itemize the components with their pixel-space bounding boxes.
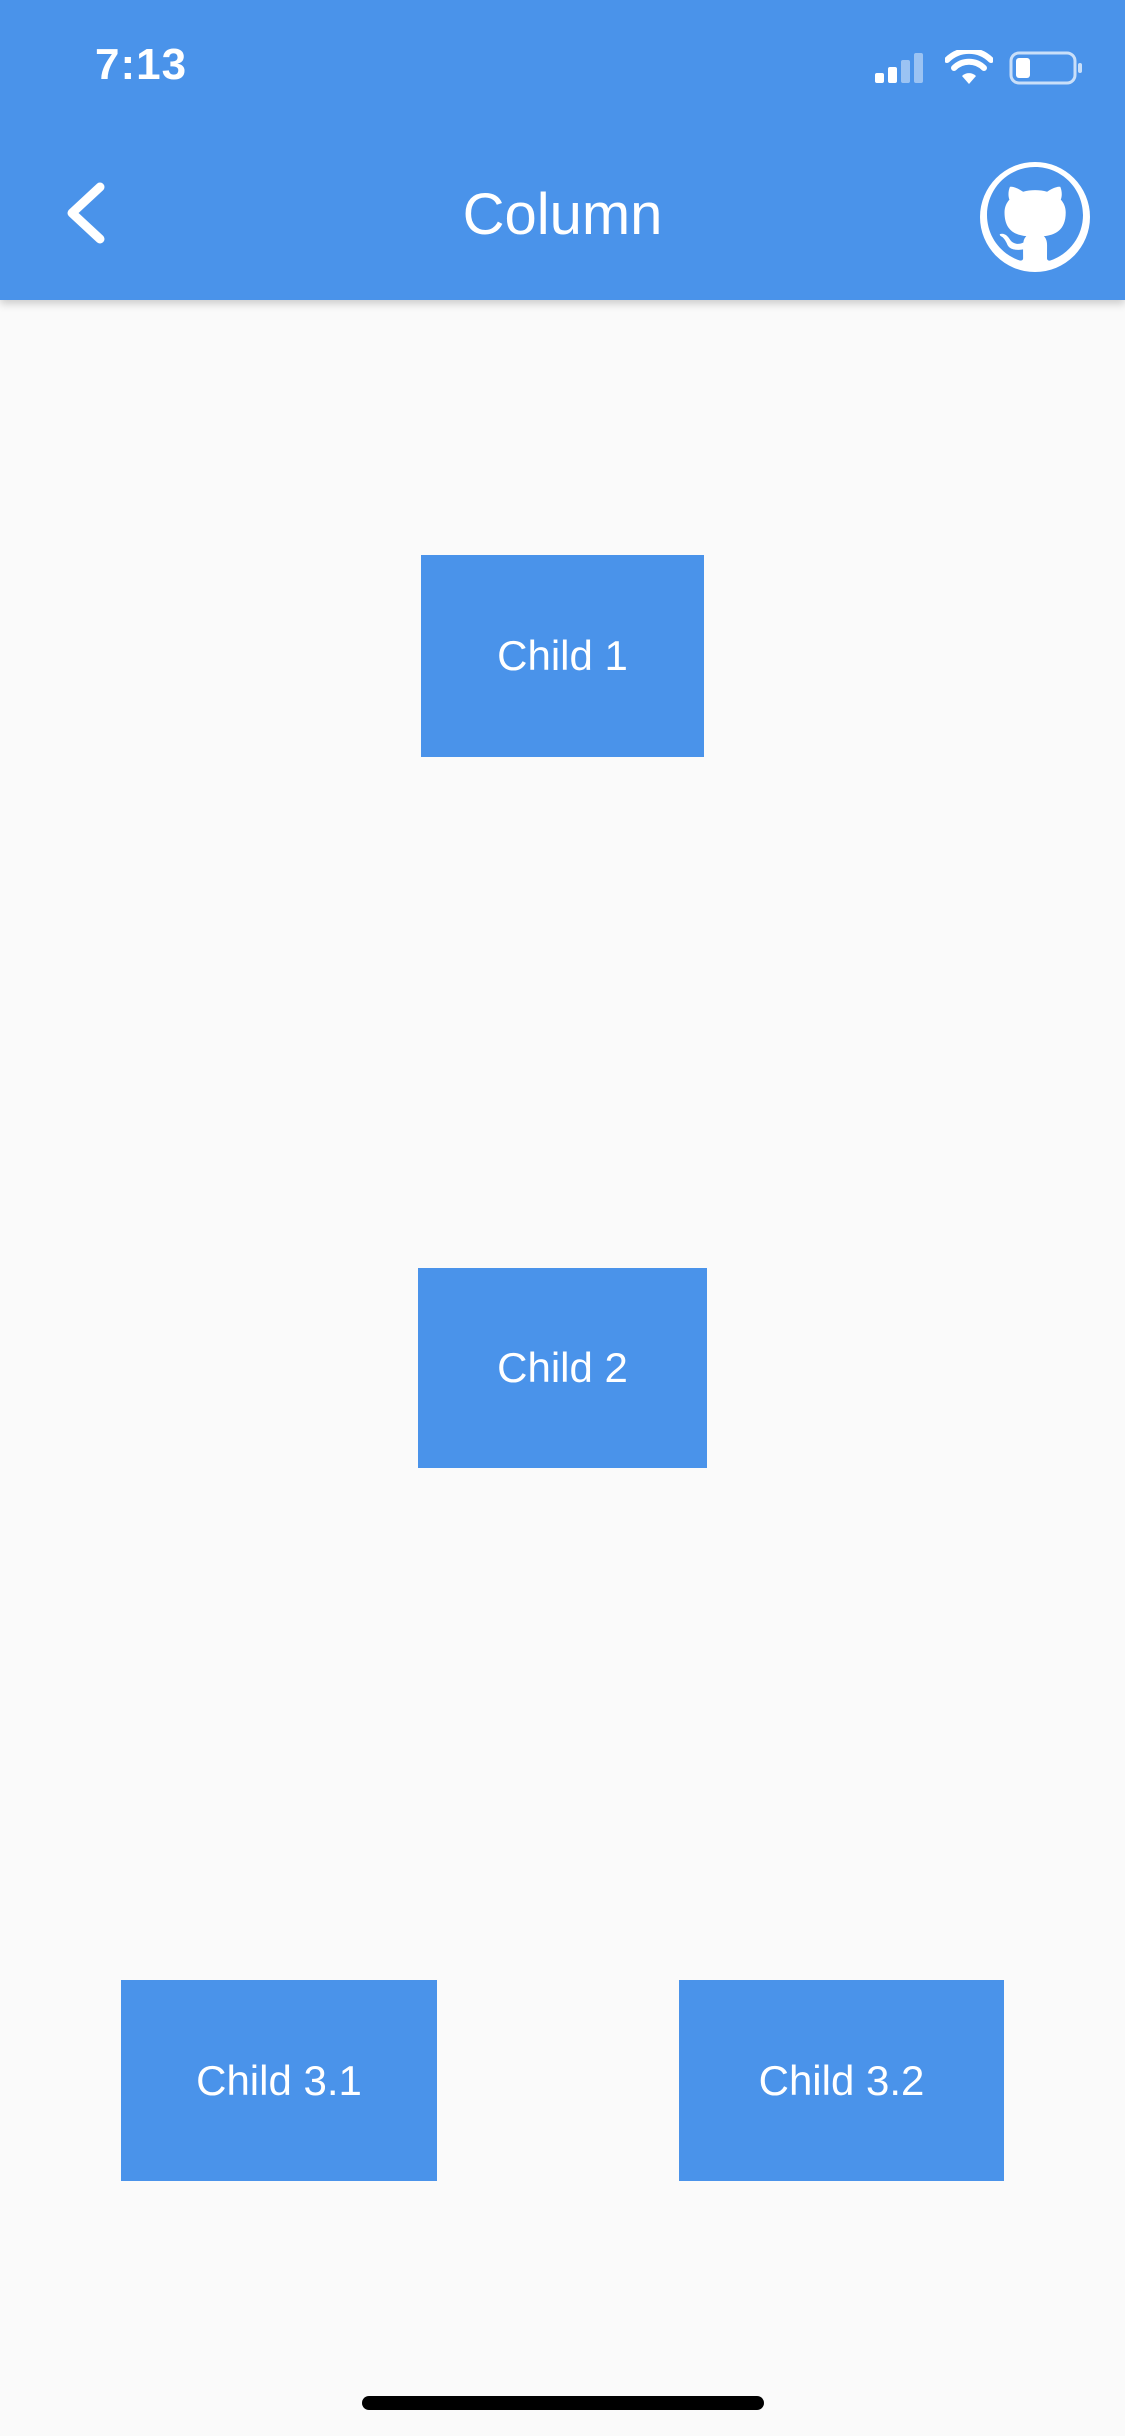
github-button[interactable] xyxy=(980,162,1090,272)
wifi-icon xyxy=(944,47,994,91)
status-time: 7:13 xyxy=(95,40,188,89)
home-indicator[interactable] xyxy=(362,2396,764,2410)
child-3-1-box: Child 3.1 xyxy=(121,1980,437,2181)
child-3-1-label: Child 3.1 xyxy=(196,2056,362,2104)
status-icons xyxy=(873,47,1085,92)
child-3-2-box: Child 3.2 xyxy=(679,1980,1004,2181)
child-1-box: Child 1 xyxy=(421,555,704,757)
child-1-label: Child 1 xyxy=(497,632,628,679)
child-2-box: Child 2 xyxy=(418,1268,707,1468)
github-icon xyxy=(987,166,1083,268)
cellular-signal-icon xyxy=(873,51,929,90)
child-2-label: Child 2 xyxy=(497,1344,628,1391)
app-bar: 7:13 Column xyxy=(0,0,1125,300)
battery-icon xyxy=(1009,49,1085,92)
page-title: Column xyxy=(462,182,663,247)
child-3-2-label: Child 3.2 xyxy=(758,2056,925,2104)
screen: 7:13 Column Child 1 Child 2 Child 3.1 Ch… xyxy=(0,0,1125,2436)
